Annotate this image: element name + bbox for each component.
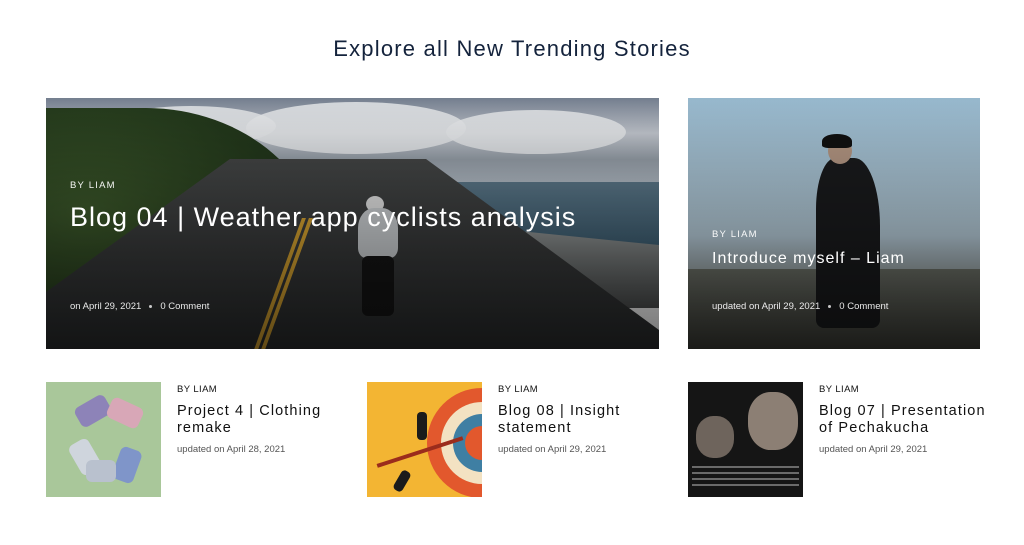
story-author[interactable]: BY LIAM (177, 384, 346, 395)
story-author[interactable]: BY LIAM (819, 384, 988, 395)
post-title[interactable]: Introduce myself – Liam (712, 249, 956, 269)
separator-dot-icon (149, 305, 153, 308)
story-author[interactable]: BY LIAM (498, 384, 667, 395)
story-card-1[interactable]: BY LIAM Project 4 | Clothing remake upda… (46, 382, 346, 498)
post-comments[interactable]: 0 Comment (160, 301, 209, 312)
story-date-label: updated on (177, 443, 225, 455)
story-card-2[interactable]: BY LIAM Blog 08 | Insight statement upda… (367, 382, 667, 498)
post-author[interactable]: BY LIAM (712, 229, 956, 240)
post-date: updated on April 29, 2021 (712, 301, 821, 312)
featured-post-card-2[interactable]: BY LIAM Introduce myself – Liam updated … (688, 98, 980, 349)
story-date-label: updated on (498, 443, 546, 455)
story-card-3[interactable]: BY LIAM Blog 07 | Presentation of Pechak… (688, 382, 988, 498)
story-title[interactable]: Blog 08 | Insight statement (498, 403, 667, 438)
separator-dot-icon (828, 305, 832, 308)
post-title[interactable]: Blog 04 | Weather app cyclists analysis (70, 201, 635, 234)
post-date: on April 29, 2021 (70, 301, 142, 312)
story-thumbnail-recycle[interactable] (46, 382, 161, 497)
story-title[interactable]: Project 4 | Clothing remake (177, 403, 346, 438)
post-author[interactable]: BY LIAM (70, 180, 635, 191)
story-date: April 29, 2021 (868, 443, 928, 455)
story-date-label: updated on (819, 443, 867, 455)
story-thumbnail-target[interactable] (367, 382, 482, 497)
story-date: April 28, 2021 (226, 443, 286, 455)
featured-post-card-1[interactable]: BY LIAM Blog 04 | Weather app cyclists a… (46, 98, 659, 349)
story-title[interactable]: Blog 07 | Presentation of Pechakucha (819, 403, 988, 438)
story-date: April 29, 2021 (547, 443, 607, 455)
story-thumbnail-portraits[interactable] (688, 382, 803, 497)
section-title: Explore all New Trending Stories (333, 36, 691, 61)
post-comments[interactable]: 0 Comment (839, 301, 888, 312)
